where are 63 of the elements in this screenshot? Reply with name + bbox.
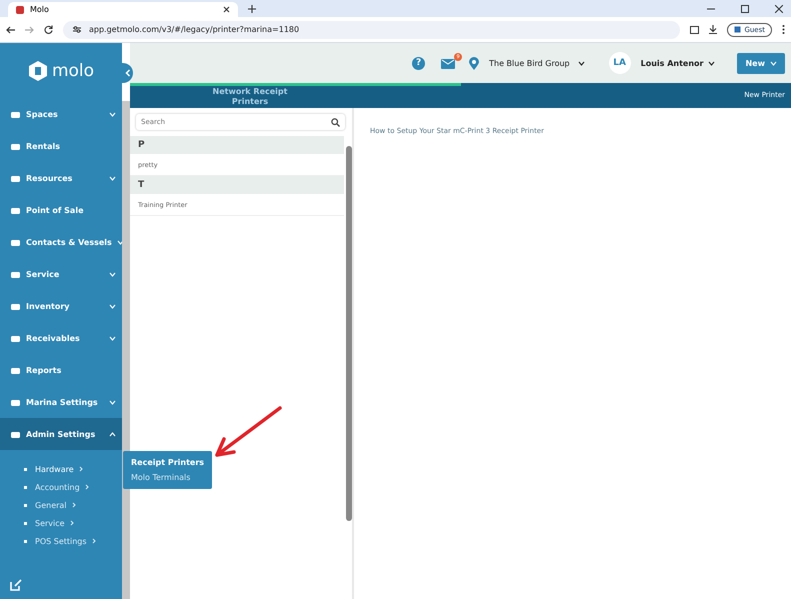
sidebar-item[interactable]: Spaces: [0, 98, 122, 130]
submenu-item[interactable]: Accounting: [24, 478, 122, 496]
address-bar[interactable]: app.getmolo.com/v3/#/legacy/printer?marina=1180: [63, 20, 680, 38]
help-icon[interactable]: ?: [412, 56, 426, 70]
chevron-right-icon: [92, 538, 96, 544]
group-header: T: [130, 176, 344, 194]
close-icon[interactable]: [775, 4, 783, 12]
caret-icon: [109, 432, 116, 436]
sidebar-item[interactable]: Point of Sale: [0, 194, 122, 226]
logo-text: molo: [52, 60, 94, 80]
chevron-right-icon: [72, 502, 76, 508]
submenu-item[interactable]: Service: [24, 514, 122, 532]
chevron-right-icon: [84, 484, 89, 490]
location-selector[interactable]: The Blue Bird Group: [489, 58, 585, 68]
maximize-icon[interactable]: [741, 4, 749, 12]
caret-icon: [708, 60, 716, 66]
close-icon[interactable]: [223, 6, 230, 13]
profile-icon: [734, 26, 742, 33]
caret-icon: [578, 60, 585, 66]
scrollbar[interactable]: [346, 146, 352, 521]
page-title: Network Receipt Printers: [212, 87, 288, 107]
chevron-right-icon: [70, 520, 74, 526]
sidebar-item[interactable]: Resources: [0, 162, 122, 194]
flyout-item[interactable]: Molo Terminals: [123, 470, 212, 485]
sidebar-item[interactable]: Admin Settings: [0, 418, 122, 450]
sidebar-item[interactable]: Receivables: [0, 322, 122, 354]
sidebar-item[interactable]: Marina Settings: [0, 386, 122, 418]
site-settings-icon[interactable]: [73, 26, 81, 33]
sidebar-item[interactable]: Contacts & Vessels: [0, 226, 122, 258]
caret-icon: [109, 272, 116, 276]
submenu-item[interactable]: POS Settings: [24, 532, 122, 550]
user-avatar[interactable]: LA: [608, 52, 631, 74]
submenu-item[interactable]: General: [24, 496, 122, 514]
flyout-item[interactable]: Receipt Printers: [123, 455, 212, 470]
reload-icon[interactable]: [44, 25, 53, 34]
new-button[interactable]: New: [737, 52, 785, 74]
chevron-left-icon: [124, 69, 130, 77]
logo-icon: [28, 60, 48, 82]
location-pin-icon: [469, 56, 480, 70]
scrollbar[interactable]: [122, 101, 130, 599]
group-header: P: [130, 136, 344, 154]
chevron-right-icon: [78, 466, 83, 472]
search-icon: [331, 118, 340, 127]
caret-icon: [109, 400, 116, 404]
new-tab-icon[interactable]: [248, 4, 256, 12]
mail-icon[interactable]: [441, 58, 456, 68]
submenu-item[interactable]: Hardware: [24, 460, 122, 478]
caret-icon: [109, 112, 116, 116]
sidebar-item[interactable]: Reports: [0, 354, 122, 386]
download-icon[interactable]: [709, 25, 718, 34]
sidebar-item[interactable]: Rentals: [0, 130, 122, 162]
browser-tab[interactable]: Molo: [8, 2, 238, 17]
edit-icon[interactable]: [10, 579, 22, 591]
caret-icon: [109, 176, 116, 180]
caret-icon: [109, 336, 116, 340]
user-menu[interactable]: Louis Antenor: [640, 58, 716, 68]
back-icon[interactable]: [6, 26, 15, 34]
screen-icon[interactable]: [690, 26, 700, 34]
sidebar-item[interactable]: Inventory: [0, 290, 122, 322]
caret-icon: [770, 60, 777, 66]
caret-icon: [109, 304, 116, 308]
menu-icon[interactable]: [782, 25, 785, 34]
sidebar-item[interactable]: Service: [0, 258, 122, 290]
